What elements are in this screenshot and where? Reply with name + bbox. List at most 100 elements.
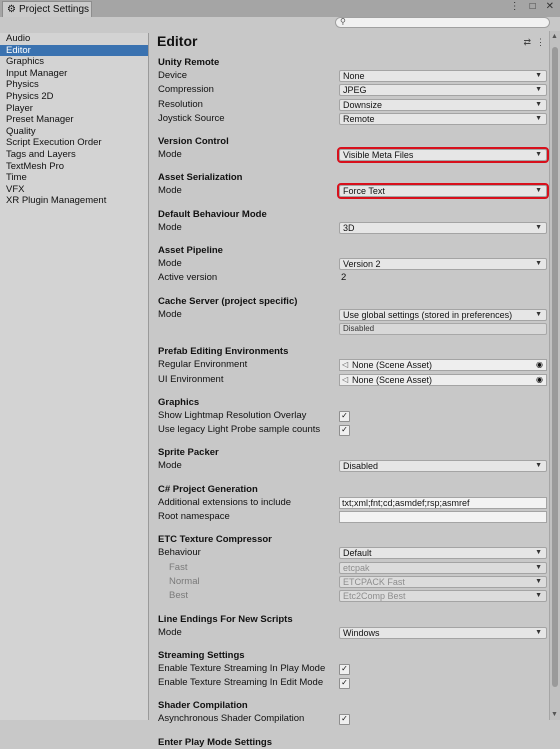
menu-icon[interactable]: ⋮ <box>536 37 545 47</box>
etc-best-row: Best Etc2Comp Best ▼ <box>149 589 549 603</box>
version-control-mode-row: Mode Visible Meta Files ▼ <box>149 147 549 164</box>
row-label: Compression <box>158 84 214 96</box>
search-input[interactable]: ⚲ <box>335 17 550 28</box>
maximize-icon[interactable]: □ <box>530 1 536 12</box>
row-label: Additional extensions to include <box>158 496 292 508</box>
section-header: Sprite Packer <box>158 447 219 459</box>
sidebar-item-quality[interactable]: Quality <box>0 126 148 138</box>
sprite-packer-mode-row: Mode Disabled ▼ <box>149 459 549 473</box>
streaming-edit-checkbox[interactable]: ✓ <box>339 678 350 690</box>
root-namespace-input[interactable] <box>339 511 547 524</box>
chevron-down-icon: ▼ <box>535 310 542 318</box>
object-picker-icon[interactable]: ◉ <box>536 360 543 370</box>
section-header: Streaming Settings <box>158 649 245 661</box>
close-icon[interactable]: ✕ <box>546 1 554 12</box>
header-icons: ⇄ ⋮ <box>518 37 545 48</box>
preset-icon[interactable]: ⇄ <box>523 37 531 47</box>
chevron-down-icon: ▼ <box>535 86 542 94</box>
row-label: Resolution <box>158 98 203 110</box>
joystick-source-dropdown[interactable]: Remote ▼ <box>339 112 547 125</box>
device-row: Device None ▼ <box>149 69 549 83</box>
sidebar-item-input-manager[interactable]: Input Manager <box>0 68 148 80</box>
sidebar-item-editor[interactable]: Editor <box>0 44 148 57</box>
row-label: Mode <box>158 221 182 233</box>
row-label: Device <box>158 70 188 81</box>
sidebar-item-tags-and-layers[interactable]: Tags and Layers <box>0 149 148 161</box>
page-title: Editor <box>157 33 198 49</box>
dropdown-value: None <box>343 71 365 81</box>
row-label: Enable Texture Streaming In Edit Mode <box>158 677 324 689</box>
row-label: Mode <box>158 626 182 638</box>
line-endings-mode-dropdown[interactable]: Windows ▼ <box>339 626 547 639</box>
sidebar-item-script-execution-order[interactable]: Script Execution Order <box>0 137 148 149</box>
check-icon: ✓ <box>341 714 348 724</box>
scrollbar-thumb[interactable] <box>552 47 558 687</box>
lightmap-overlay-row: Show Lightmap Resolution Overlay ✓ <box>149 409 549 423</box>
compression-dropdown[interactable]: JPEG ▼ <box>339 84 547 97</box>
row-label: Active version <box>158 272 218 284</box>
lightmap-overlay-checkbox[interactable]: ✓ <box>339 410 350 422</box>
section-header: Cache Server (project specific) <box>158 295 298 307</box>
row-label: Regular Environment <box>158 359 248 371</box>
additional-extensions-row: Additional extensions to include txt;xml;… <box>149 496 549 510</box>
sprite-packer-mode-dropdown[interactable]: Disabled ▼ <box>339 460 547 473</box>
chevron-down-icon: ▼ <box>535 592 542 600</box>
streaming-play-row: Enable Texture Streaming In Play Mode ✓ <box>149 662 549 676</box>
asset-serialization-mode-dropdown[interactable]: Force Text ▼ <box>337 183 549 200</box>
chevron-down-icon: ▼ <box>535 563 542 571</box>
regular-environment-field[interactable]: ◁ None (Scene Asset) ◉ <box>339 359 547 372</box>
version-control-mode-dropdown[interactable]: Visible Meta Files ▼ <box>337 147 549 164</box>
sidebar-item-physics-2d[interactable]: Physics 2D <box>0 91 148 103</box>
additional-extensions-input[interactable]: txt;xml;fnt;cd;asmdef;rsp;asmref <box>339 496 547 509</box>
row-label: UI Environment <box>158 373 224 385</box>
sidebar-item-audio[interactable]: Audio <box>0 33 148 45</box>
cache-server-mode-dropdown[interactable]: Use global settings (stored in preferenc… <box>339 308 547 321</box>
scroll-up-icon[interactable]: ▲ <box>551 33 558 40</box>
device-dropdown[interactable]: None ▼ <box>339 70 547 82</box>
object-picker-icon[interactable]: ◉ <box>536 375 543 385</box>
dropdown-value: Version 2 <box>343 259 381 270</box>
chevron-down-icon: ▼ <box>535 628 542 636</box>
sidebar-item-xr-plugin-management[interactable]: XR Plugin Management <box>0 195 148 207</box>
dropdown-value: Windows <box>343 627 380 638</box>
section-header: Enter Play Mode Settings <box>158 736 273 748</box>
row-label: Asynchronous Shader Compilation <box>158 713 305 725</box>
legacy-light-probe-checkbox[interactable]: ✓ <box>339 425 350 437</box>
dropdown-value: Etc2Comp Best <box>343 591 406 602</box>
tab-bar: ⚙ Project Settings ⋮ □ ✕ <box>0 0 560 18</box>
sidebar-item-player[interactable]: Player <box>0 103 148 115</box>
chevron-down-icon: ▼ <box>535 577 542 585</box>
tab-project-settings[interactable]: ⚙ Project Settings <box>2 1 92 17</box>
chevron-down-icon: ▼ <box>535 151 542 159</box>
chevron-down-icon: ▼ <box>535 100 542 108</box>
dropdown-value: Disabled <box>343 461 379 472</box>
settings-content: Unity Remote Device None ▼ Compression JPEG… <box>149 57 549 749</box>
row-label: Fast <box>169 561 188 573</box>
streaming-play-checkbox[interactable]: ✓ <box>339 663 350 675</box>
etc-behaviour-dropdown[interactable]: Default ▼ <box>339 547 547 560</box>
resolution-dropdown[interactable]: Downsize ▼ <box>339 98 547 111</box>
row-label: Enable Texture Streaming In Play Mode <box>158 662 326 674</box>
asset-serialization-mode-row: Mode Force Text ▼ <box>149 183 549 200</box>
section-header: Asset Pipeline <box>158 245 223 257</box>
default-behaviour-mode-dropdown[interactable]: 3D ▼ <box>339 221 547 234</box>
sidebar-item-vfx[interactable]: VFX <box>0 184 148 196</box>
search-icon: ⚲ <box>340 17 346 26</box>
section-header: Asset Serialization <box>158 172 243 184</box>
etc-best-dropdown: Etc2Comp Best ▼ <box>339 590 547 603</box>
etc-normal-dropdown: ETCPACK Fast ▼ <box>339 575 547 588</box>
sidebar-item-textmesh-pro[interactable]: TextMesh Pro <box>0 161 148 173</box>
etc-normal-row: Normal ETCPACK Fast ▼ <box>149 575 549 589</box>
dropdown-value: JPEG <box>343 85 367 96</box>
more-options-icon[interactable]: ⋮ <box>510 1 520 12</box>
asset-pipeline-mode-dropdown[interactable]: Version 2 ▼ <box>339 258 547 271</box>
scroll-down-icon[interactable]: ▼ <box>551 711 558 718</box>
sidebar-item-physics[interactable]: Physics <box>0 79 148 91</box>
row-label: Mode <box>158 258 182 270</box>
vertical-scrollbar[interactable]: ▲ ▼ <box>549 31 560 720</box>
sidebar-item-graphics[interactable]: Graphics <box>0 56 148 68</box>
ui-environment-field[interactable]: ◁ None (Scene Asset) ◉ <box>339 373 547 386</box>
default-behaviour-mode-row: Mode 3D ▼ <box>149 221 549 235</box>
sidebar-item-time[interactable]: Time <box>0 172 148 184</box>
sidebar-item-preset-manager[interactable]: Preset Manager <box>0 114 148 126</box>
